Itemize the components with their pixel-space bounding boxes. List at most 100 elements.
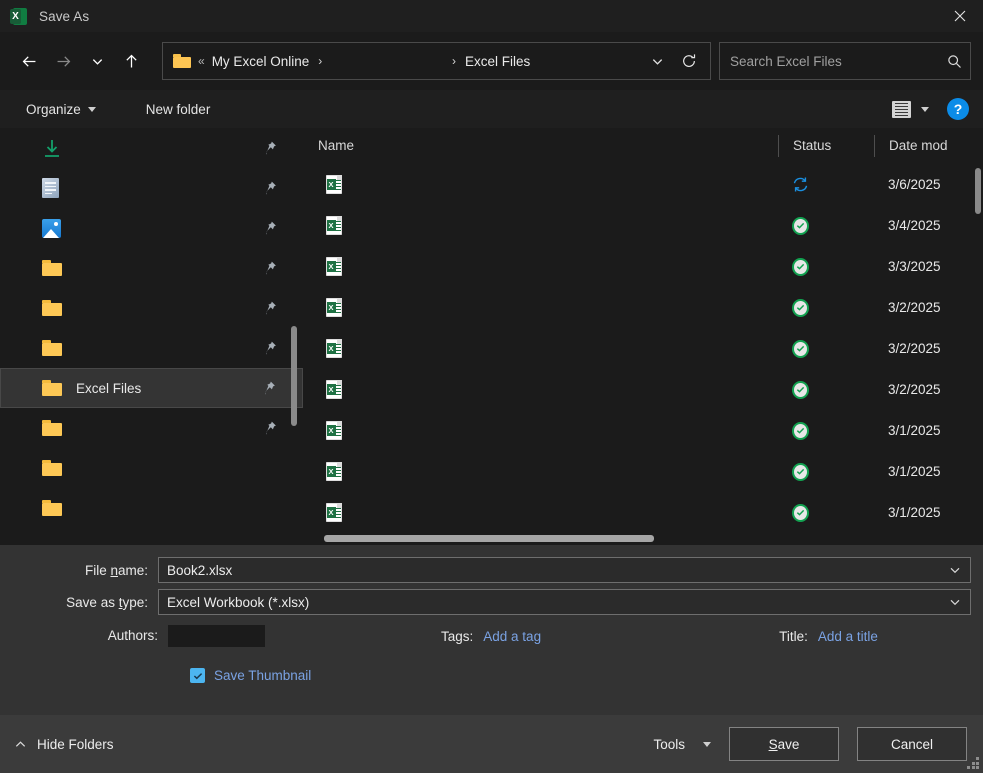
dialog-body: Excel Files Name Status Date mod X 3/6/2… [0, 128, 983, 545]
file-date-cell: 3/1/2025 [888, 423, 941, 438]
save-button[interactable]: Save [729, 727, 839, 761]
forward-arrow-icon[interactable] [46, 44, 80, 78]
add-a-tag-link[interactable]: Add a tag [483, 629, 541, 644]
sidebar-item-excel-files[interactable]: Excel Files [0, 368, 303, 408]
chevron-down-icon[interactable] [944, 564, 966, 576]
cancel-button[interactable]: Cancel [857, 727, 967, 761]
breadcrumb-item-excel-files[interactable]: Excel Files [465, 54, 530, 69]
table-row[interactable]: X 3/1/2025 [304, 410, 983, 451]
pin-icon[interactable] [261, 381, 276, 396]
pin-icon[interactable] [262, 221, 277, 236]
downloads-icon [42, 138, 64, 158]
table-row[interactable]: X 3/2/2025 [304, 287, 983, 328]
table-row[interactable]: X 3/2/2025 [304, 328, 983, 369]
sidebar-item-folder-6[interactable] [0, 328, 303, 368]
pin-icon[interactable] [262, 301, 277, 316]
up-arrow-icon[interactable] [114, 44, 148, 78]
column-header-date-modified[interactable]: Date mod [874, 134, 983, 157]
address-bar[interactable]: « My Excel Online › › Excel Files [162, 42, 711, 80]
pin-icon[interactable] [262, 181, 277, 196]
file-name-combobox[interactable]: Book2.xlsx [158, 557, 971, 583]
tools-button[interactable]: Tools [653, 737, 711, 752]
file-list-rows: X 3/6/2025 X 3/4/2025 X 3/3/2025 X 3/2/2… [304, 164, 983, 545]
file-date-cell: 3/2/2025 [888, 300, 941, 315]
pin-icon[interactable] [262, 261, 277, 276]
sidebar-item-folder-4[interactable] [0, 248, 303, 288]
chevron-down-icon[interactable] [944, 596, 966, 608]
search-input[interactable] [730, 53, 947, 69]
resize-grip[interactable] [967, 757, 979, 769]
add-a-title-link[interactable]: Add a title [818, 629, 878, 644]
back-arrow-icon[interactable] [12, 44, 46, 78]
tags-group: Tags: Add a tag [441, 629, 541, 644]
table-row[interactable]: X 3/1/2025 [304, 451, 983, 492]
sidebar-item-downloads[interactable] [0, 128, 303, 168]
file-status-cell [778, 503, 874, 522]
documents-icon [42, 178, 64, 198]
breadcrumb-overflow-icon[interactable]: « [198, 54, 205, 68]
navigation-pane-scrollbar[interactable] [291, 326, 297, 426]
save-as-type-value[interactable]: Excel Workbook (*.xlsx) [167, 595, 944, 610]
file-list-header: Name Status Date mod [304, 128, 983, 164]
file-list-horizontal-scrollbar[interactable] [318, 535, 969, 542]
folder-icon [173, 54, 191, 68]
organize-button[interactable]: Organize [20, 98, 102, 121]
hide-folders-button[interactable]: Hide Folders [14, 737, 114, 752]
search-icon[interactable] [947, 54, 962, 69]
pin-icon[interactable] [262, 341, 277, 356]
address-chevron-down-icon[interactable] [642, 43, 672, 79]
save-thumbnail-row[interactable]: Save Thumbnail [0, 668, 983, 683]
sidebar-item-documents[interactable] [0, 168, 303, 208]
help-button[interactable]: ? [947, 98, 969, 120]
pictures-icon [42, 218, 64, 238]
sidebar-item-folder-10[interactable] [0, 488, 303, 528]
breadcrumb-separator: › [318, 54, 323, 68]
column-header-name[interactable]: Name [304, 135, 778, 157]
file-name-cell: X [304, 503, 778, 522]
table-row[interactable]: X 3/2/2025 [304, 369, 983, 410]
sidebar-item-folder-9[interactable] [0, 448, 303, 488]
authors-field[interactable] [168, 625, 265, 647]
breadcrumb-separator-2: › [451, 54, 456, 68]
search-box[interactable] [719, 42, 971, 80]
save-thumbnail-label[interactable]: Save Thumbnail [214, 668, 311, 683]
list-view-icon[interactable] [892, 100, 911, 118]
file-status-cell [778, 339, 874, 358]
sidebar-item-folder-8[interactable] [0, 408, 303, 448]
command-bar-right: ? [892, 98, 969, 120]
xlsx-file-icon: X [326, 503, 342, 522]
refresh-icon[interactable] [672, 43, 706, 79]
file-name-value[interactable]: Book2.xlsx [167, 563, 944, 578]
table-row[interactable]: X 3/4/2025 [304, 205, 983, 246]
save-as-dialog: X Save As « My Excel Online › › Excel Fi… [0, 0, 983, 773]
file-name-row: File name: Book2.xlsx [0, 557, 983, 583]
hide-folders-label: Hide Folders [37, 736, 114, 752]
xlsx-file-icon: X [326, 462, 342, 481]
pin-icon[interactable] [262, 421, 277, 436]
view-chevron-down-icon[interactable] [921, 106, 929, 112]
file-list-vertical-scrollbar[interactable] [975, 168, 981, 214]
breadcrumb-item-my-excel-online[interactable]: My Excel Online [212, 54, 310, 69]
tools-label: Tools [653, 736, 685, 752]
file-list: Name Status Date mod X 3/6/2025 X 3/4/20… [304, 128, 983, 545]
table-row[interactable]: X 3/3/2025 [304, 246, 983, 287]
pin-icon[interactable] [262, 141, 277, 156]
new-folder-button[interactable]: New folder [140, 98, 217, 121]
synced-check-icon [792, 462, 809, 481]
recent-locations-chevron-down-icon[interactable] [80, 44, 114, 78]
title-bar: X Save As [0, 0, 983, 32]
column-header-status[interactable]: Status [778, 134, 874, 157]
sidebar-item-folder-5[interactable] [0, 288, 303, 328]
xlsx-file-icon: X [326, 257, 342, 276]
table-row[interactable]: X 3/1/2025 [304, 492, 983, 533]
close-icon[interactable] [937, 0, 983, 32]
chevron-down-icon [87, 106, 96, 112]
save-as-type-combobox[interactable]: Excel Workbook (*.xlsx) [158, 589, 971, 615]
file-name-cell: X [304, 421, 778, 440]
xlsx-file-icon: X [326, 339, 342, 358]
scrollbar-thumb[interactable] [324, 535, 654, 542]
sidebar-item-pictures[interactable] [0, 208, 303, 248]
table-row[interactable]: X 3/6/2025 [304, 164, 983, 205]
file-status-cell [778, 462, 874, 481]
save-thumbnail-checkbox[interactable] [190, 668, 205, 683]
